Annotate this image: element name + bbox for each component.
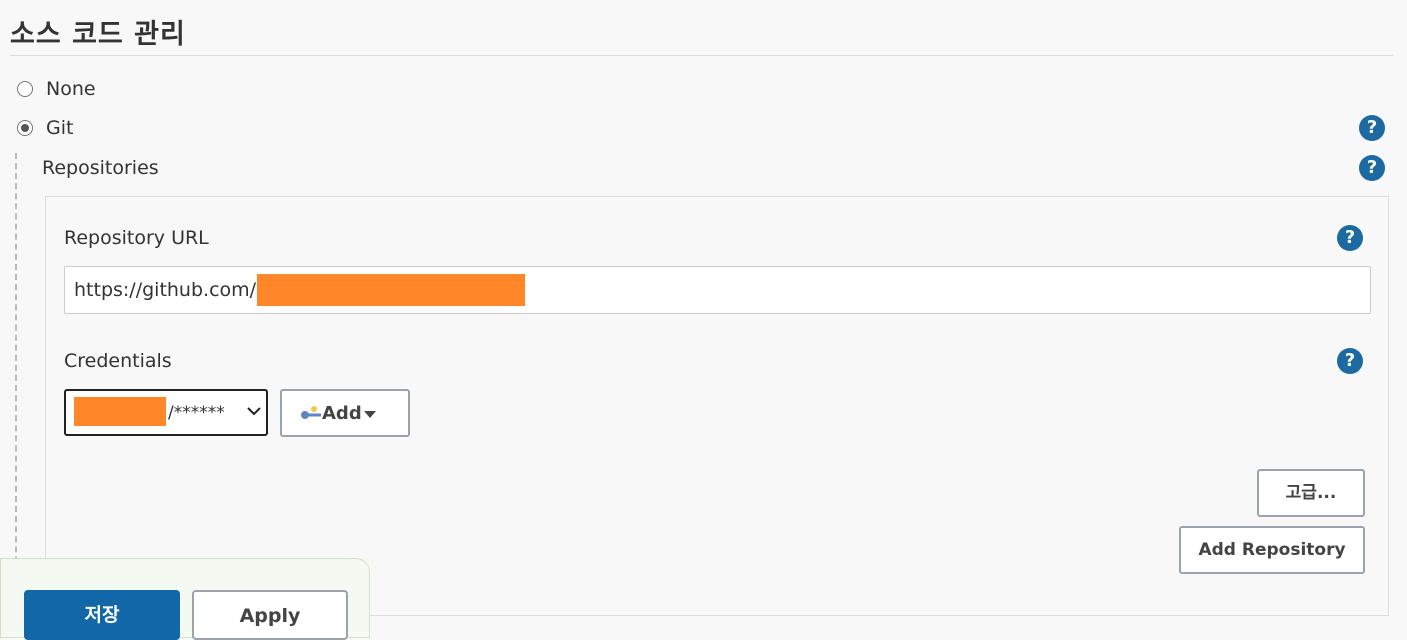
help-credentials-icon[interactable]: ? <box>1337 348 1363 374</box>
advanced-button[interactable]: 고급... <box>1257 469 1365 517</box>
redaction-block <box>257 274 525 306</box>
repository-url-label: Repository URL <box>64 227 209 249</box>
help-git-icon[interactable]: ? <box>1359 115 1385 141</box>
apply-button[interactable]: Apply <box>192 590 348 640</box>
caret-down-icon <box>364 411 376 418</box>
add-credentials-button[interactable]: Add <box>280 389 410 437</box>
credentials-select-value: /****** <box>168 403 225 423</box>
nesting-indicator <box>15 153 17 623</box>
add-repository-button[interactable]: Add Repository <box>1179 526 1365 574</box>
page-title: 소스 코드 관리 <box>10 19 186 50</box>
radio-git[interactable] <box>17 120 33 136</box>
save-button[interactable]: 저장 <box>24 590 180 640</box>
redaction-block <box>74 397 166 426</box>
add-label: Add <box>322 403 362 424</box>
radio-none[interactable] <box>17 81 33 97</box>
credentials-label: Credentials <box>64 350 172 372</box>
chevron-down-icon <box>247 407 261 416</box>
repositories-label: Repositories <box>42 157 159 179</box>
key-icon <box>301 406 321 419</box>
radio-none-label: None <box>46 78 96 100</box>
radio-git-label: Git <box>46 117 74 139</box>
help-repositories-icon[interactable]: ? <box>1359 155 1385 181</box>
repository-url-value: https://github.com/ <box>74 279 257 301</box>
help-repository-url-icon[interactable]: ? <box>1337 225 1363 251</box>
title-divider <box>10 55 1393 56</box>
